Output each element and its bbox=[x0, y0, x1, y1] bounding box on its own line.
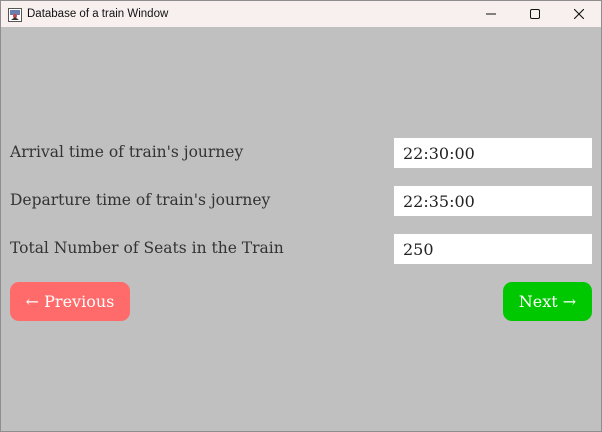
minimize-button[interactable] bbox=[469, 1, 513, 27]
departure-time-label: Departure time of train's journey bbox=[10, 191, 271, 209]
total-seats-input[interactable] bbox=[394, 234, 592, 264]
next-button[interactable]: Next → bbox=[503, 282, 592, 321]
close-icon bbox=[574, 9, 584, 19]
arrival-time-input[interactable] bbox=[394, 138, 592, 168]
total-seats-label: Total Number of Seats in the Train bbox=[10, 239, 284, 257]
close-button[interactable] bbox=[557, 1, 601, 27]
arrival-time-label: Arrival time of train's journey bbox=[10, 143, 244, 161]
maximize-icon bbox=[530, 9, 540, 19]
departure-time-input[interactable] bbox=[394, 186, 592, 216]
maximize-button[interactable] bbox=[513, 1, 557, 27]
app-window: Database of a train Window Arrival time … bbox=[0, 0, 602, 432]
previous-button[interactable]: ← Previous bbox=[10, 282, 130, 321]
window-title: Database of a train Window bbox=[27, 8, 169, 20]
minimize-icon bbox=[486, 13, 496, 15]
title-bar[interactable]: Database of a train Window bbox=[1, 1, 601, 27]
java-app-icon bbox=[8, 7, 22, 22]
window-controls bbox=[469, 1, 601, 27]
